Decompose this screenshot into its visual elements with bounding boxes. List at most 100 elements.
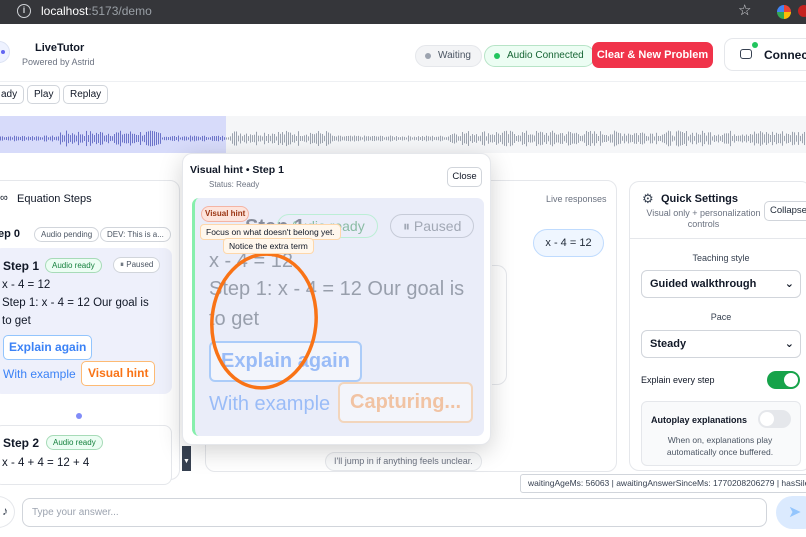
waveform-bar <box>386 136 387 141</box>
site-info-icon[interactable]: i <box>17 4 31 18</box>
microphone-button[interactable]: ♪ <box>0 496 15 528</box>
waveform-bar <box>194 135 195 142</box>
with-example-button[interactable]: With example <box>3 367 76 381</box>
autoplay-toggle[interactable] <box>758 410 791 428</box>
waveform-bar <box>68 133 69 144</box>
waveform-bar <box>604 135 605 142</box>
waveform-bar <box>224 137 225 140</box>
brand-title: LiveTutor <box>35 42 85 54</box>
waveform-bar <box>350 135 351 142</box>
step0-audio-chip: Audio pending <box>34 227 100 242</box>
waveform-bar <box>578 134 579 143</box>
waveform-bar <box>624 133 625 144</box>
waveform-bar <box>0 136 1 141</box>
waveform-bar <box>140 132 141 145</box>
waveform-bar <box>208 137 209 140</box>
waveform-bar <box>676 131 677 146</box>
waveform-bar <box>356 136 357 141</box>
extension-icon[interactable] <box>777 5 791 19</box>
waveform-bar <box>158 132 159 145</box>
teaching-style-select[interactable]: Guided walkthrough ⌄ <box>641 270 801 298</box>
waveform-bar <box>680 131 681 146</box>
answer-input[interactable] <box>22 498 767 527</box>
waveform-bar <box>638 135 639 142</box>
waveform-bar <box>774 134 775 143</box>
send-button[interactable]: ➤ <box>776 496 806 529</box>
waveform-bar <box>706 135 707 142</box>
waveform-bar <box>674 136 675 141</box>
waveform-bar <box>724 133 725 144</box>
waveform-bar <box>316 133 317 144</box>
replay-button[interactable]: Replay <box>63 85 109 104</box>
waveform-bar <box>754 131 755 146</box>
waveform-bar <box>770 134 771 143</box>
step1-paused-chip[interactable]: ⏸ Paused <box>113 257 161 273</box>
waveform-bar <box>556 134 557 143</box>
waveform-bar <box>592 133 593 144</box>
waveform-bar <box>696 132 697 145</box>
waveform-bar <box>450 134 451 143</box>
waveform-bar <box>354 135 355 142</box>
waveform-bar <box>564 135 565 142</box>
waveform-bar <box>182 136 183 141</box>
waveform-bar <box>392 136 393 141</box>
visual-hint-button[interactable]: Visual hint <box>81 361 156 386</box>
waveform-bar <box>536 130 537 147</box>
waveform-bar <box>474 135 475 142</box>
waveform-bar <box>552 130 553 147</box>
waveform-bar <box>666 132 667 145</box>
waveform-bar <box>534 135 535 142</box>
waveform-bar <box>636 133 637 144</box>
waveform-bar <box>104 135 105 142</box>
waveform-bar <box>54 137 55 140</box>
bookmark-star-icon[interactable]: ☆ <box>738 1 751 19</box>
ready-button[interactable]: ady <box>0 85 25 104</box>
waveform-bar <box>734 134 735 143</box>
waveform-bar <box>444 137 445 140</box>
waveform-bar <box>72 133 73 144</box>
connection-button[interactable]: Connected <box>724 38 806 71</box>
waveform-bar <box>14 135 15 142</box>
waveform-bar <box>126 133 127 144</box>
waveform-bar <box>378 136 379 141</box>
waveform-bar <box>422 136 423 141</box>
live-responses-label: Live responses <box>546 194 607 204</box>
waveform-bar <box>588 131 589 146</box>
waveform-bar <box>802 133 803 144</box>
profile-icon[interactable] <box>798 5 806 17</box>
waveform-bar <box>40 137 41 140</box>
waveform-bar <box>358 135 359 142</box>
waveform-bar <box>368 136 369 141</box>
settings-subtitle-line2: controls <box>687 219 720 229</box>
waveform-bar <box>494 135 495 142</box>
waveform-bar <box>488 133 489 144</box>
waveform-bar <box>174 136 175 141</box>
waveform-bar <box>664 133 665 144</box>
waveform-bar <box>524 132 525 145</box>
modal-close-button[interactable]: Close <box>447 167 482 187</box>
waveform-bar <box>302 136 303 141</box>
waveform-bar <box>570 132 571 145</box>
waveform-bar <box>300 136 301 141</box>
explain-again-button[interactable]: Explain again <box>3 335 93 360</box>
play-button[interactable]: Play <box>27 85 61 104</box>
explain-every-step-toggle[interactable] <box>767 371 800 389</box>
waveform-bar <box>412 137 413 140</box>
autoplay-help-line1: When on, explanations play <box>667 435 773 445</box>
waveform-bar <box>82 134 83 143</box>
waveform-bar <box>550 132 551 145</box>
audio-waveform[interactable] <box>0 116 806 153</box>
address-bar[interactable]: localhost:5173/demo <box>41 4 152 18</box>
pace-select[interactable]: Steady ⌄ <box>641 330 801 358</box>
preview-paused-chip: ⏸ Paused <box>390 214 475 238</box>
waveform-bar <box>396 136 397 141</box>
waveform-bar <box>804 131 805 146</box>
waveform-bar <box>542 132 543 145</box>
step1-paused-label: Paused <box>126 260 154 269</box>
scrollbar-handle[interactable]: ▼ <box>182 446 191 471</box>
collapse-button[interactable]: Collapse <box>764 201 806 221</box>
conversation-inner-card <box>492 265 507 385</box>
clear-new-problem-button[interactable]: Clear & New Problem <box>592 42 713 68</box>
waveform-bar <box>460 136 461 141</box>
waveform-bar <box>284 134 285 143</box>
